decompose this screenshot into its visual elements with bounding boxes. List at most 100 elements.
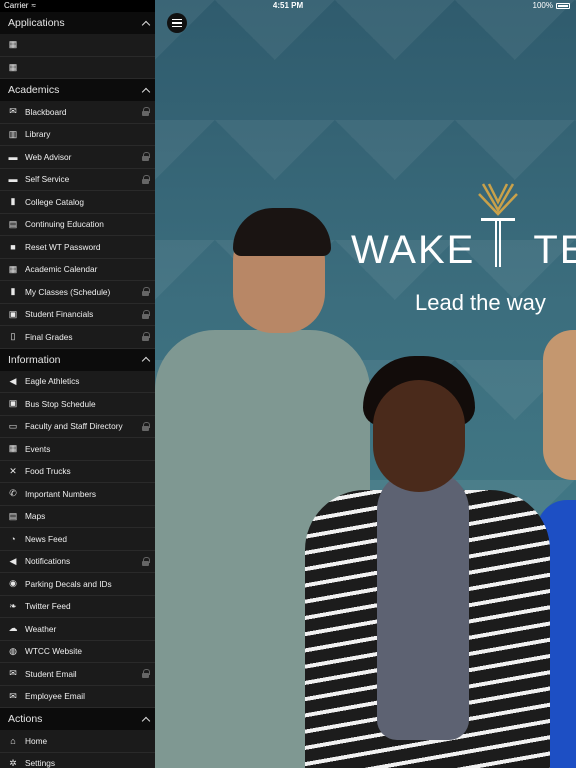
sidebar-item-label: Maps [25,511,46,522]
hamburger-icon [172,25,182,28]
sidebar-item[interactable]: ✲ Settings [0,753,155,768]
sidebar-item[interactable]: ◀ Eagle Athletics [0,371,155,393]
twitter-icon: ❧ [9,600,17,611]
sidebar-item-label: Web Advisor [25,151,72,162]
speaker-icon: ◀ [9,555,17,566]
lock-icon [142,556,150,566]
calendar-icon: ▦ [8,263,18,274]
sidebar-item[interactable]: ▮ My Classes (Schedule) [0,281,155,304]
person-2-scarf [377,470,469,740]
section-header-academics[interactable]: Academics [0,79,155,101]
phone-icon: ✆ [9,488,17,499]
lock-icon [142,332,150,342]
lock-icon [142,174,150,184]
sidebar-item-label: News Feed [25,533,67,544]
sidebar-item[interactable]: ▣ Student Financials [0,304,155,326]
sidebar-item[interactable]: ✉ Student Email [0,663,155,686]
logo-text-left: WAKE [351,228,476,272]
logo-wordmark: WAKE TE [351,228,576,273]
person-2-face [373,380,465,492]
person-1-hair [233,208,331,256]
globe-icon: ◍ [9,645,17,656]
hamburger-icon [172,22,182,24]
sidebar-item[interactable]: ▯ Final Grades [0,326,155,349]
envelope-icon: ✉ [9,690,17,701]
section-title: Academics [8,84,60,96]
money-icon: ▣ [8,308,18,319]
chat-icon: ▬ [8,174,18,185]
sidebar-item[interactable]: ▦ Academic Calendar [0,259,155,281]
sidebar-item[interactable]: ▦ Events [0,438,155,461]
parking-icon: ◉ [9,578,17,589]
sidebar-item[interactable]: ▮ College Catalog [0,191,155,214]
sidebar-item[interactable]: ✆ Important Numbers [0,483,155,506]
battery-icon [556,2,570,9]
sidebar-item[interactable]: ▣ Bus Stop Schedule [0,393,155,416]
sidebar-item[interactable]: ◔ News Feed [0,528,155,551]
sidebar-item-label: Blackboard [25,106,67,117]
lock-icon [142,309,150,319]
sidebar-item[interactable]: ▦ [0,57,155,79]
lock-icon [142,421,150,431]
megaphone-icon: ◀ [9,375,17,386]
bar-chart-icon: ▮ [10,286,16,297]
sidebar-item-label: Self Service [25,174,70,185]
document-icon: ▯ [10,331,16,342]
map-icon: ▤ [8,510,18,521]
sidebar-item-label: Employee Email [25,691,85,702]
sidebar-item-label: Faculty and Staff Directory [25,421,123,432]
chat-icon: ▬ [8,151,18,162]
sidebar-item[interactable]: ◉ Parking Decals and IDs [0,573,155,596]
building-icon: ▤ [8,218,18,229]
lock-icon [142,152,150,162]
id-card-icon: ▭ [8,420,18,431]
menu-toggle-button[interactable] [167,13,187,33]
sidebar-item[interactable]: ▤ Continuing Education [0,214,155,236]
weather-icon: ☁ [8,623,18,634]
section-header-actions[interactable]: Actions [0,708,155,730]
sidebar-item[interactable]: ◍ WTCC Website [0,641,155,663]
sidebar-item[interactable]: ✉ Blackboard [0,101,155,124]
books-icon: ▮ [10,196,16,207]
sidebar-item[interactable]: ▤ Maps [0,506,155,528]
sidebar-item[interactable]: ▭ Faculty and Staff Directory [0,416,155,438]
bus-icon: ▣ [8,398,18,409]
sidebar-item-label: WTCC Website [25,646,83,657]
status-time: 4:51 PM [272,1,304,10]
sidebar-item[interactable]: ⌂ Home [0,730,155,753]
sidebar-item-label: Events [25,443,51,454]
status-right: 100% [533,1,570,10]
sidebar-item-label: Parking Decals and IDs [25,578,112,589]
section-header-information[interactable]: Information [0,348,155,371]
sidebar-item[interactable]: ◀ Notifications [0,551,155,573]
rss-icon: ◔ [10,533,16,544]
calendar-grid-icon: ▦ [8,443,18,454]
sidebar-item-label: Library [25,129,51,140]
chevron-up-icon [141,87,151,96]
sidebar-item[interactable]: ❧ Twitter Feed [0,596,155,618]
chevron-up-icon [141,20,151,29]
hamburger-icon [172,18,182,21]
lock-icon [142,287,150,297]
person-3-face [543,330,576,480]
sidebar-item[interactable]: ✕ Food Trucks [0,461,155,483]
sidebar-item[interactable]: ▬ Web Advisor [0,146,155,169]
lock-icon [142,669,150,679]
section-header-applications[interactable]: Applications [0,12,155,34]
sidebar-item[interactable]: ▬ Self Service [0,169,155,191]
section-title: Information [8,353,61,366]
calendar-icon: ▦ [8,61,18,72]
hero-area: WAKE TE Lead the way [155,0,576,768]
sidebar-item-label: Final Grades [25,331,73,342]
sidebar-item-label: Bus Stop Schedule [25,398,96,409]
sidebar-item[interactable]: ☁ Weather [0,618,155,641]
sidebar-item-label: Home [25,735,48,746]
sidebar-item[interactable]: ✉ Employee Email [0,686,155,708]
sidebar-item[interactable]: ▦ [0,34,155,57]
sidebar-item-label: My Classes (Schedule) [25,286,111,297]
sidebar-item[interactable]: ▥ Library [0,124,155,146]
sidebar-item[interactable]: ■ Reset WT Password [0,236,155,259]
sidebar-item-label: Student Financials [25,309,94,320]
logo-text-right: TE [533,228,576,272]
sidebar-item-label: Continuing Education [25,219,104,230]
